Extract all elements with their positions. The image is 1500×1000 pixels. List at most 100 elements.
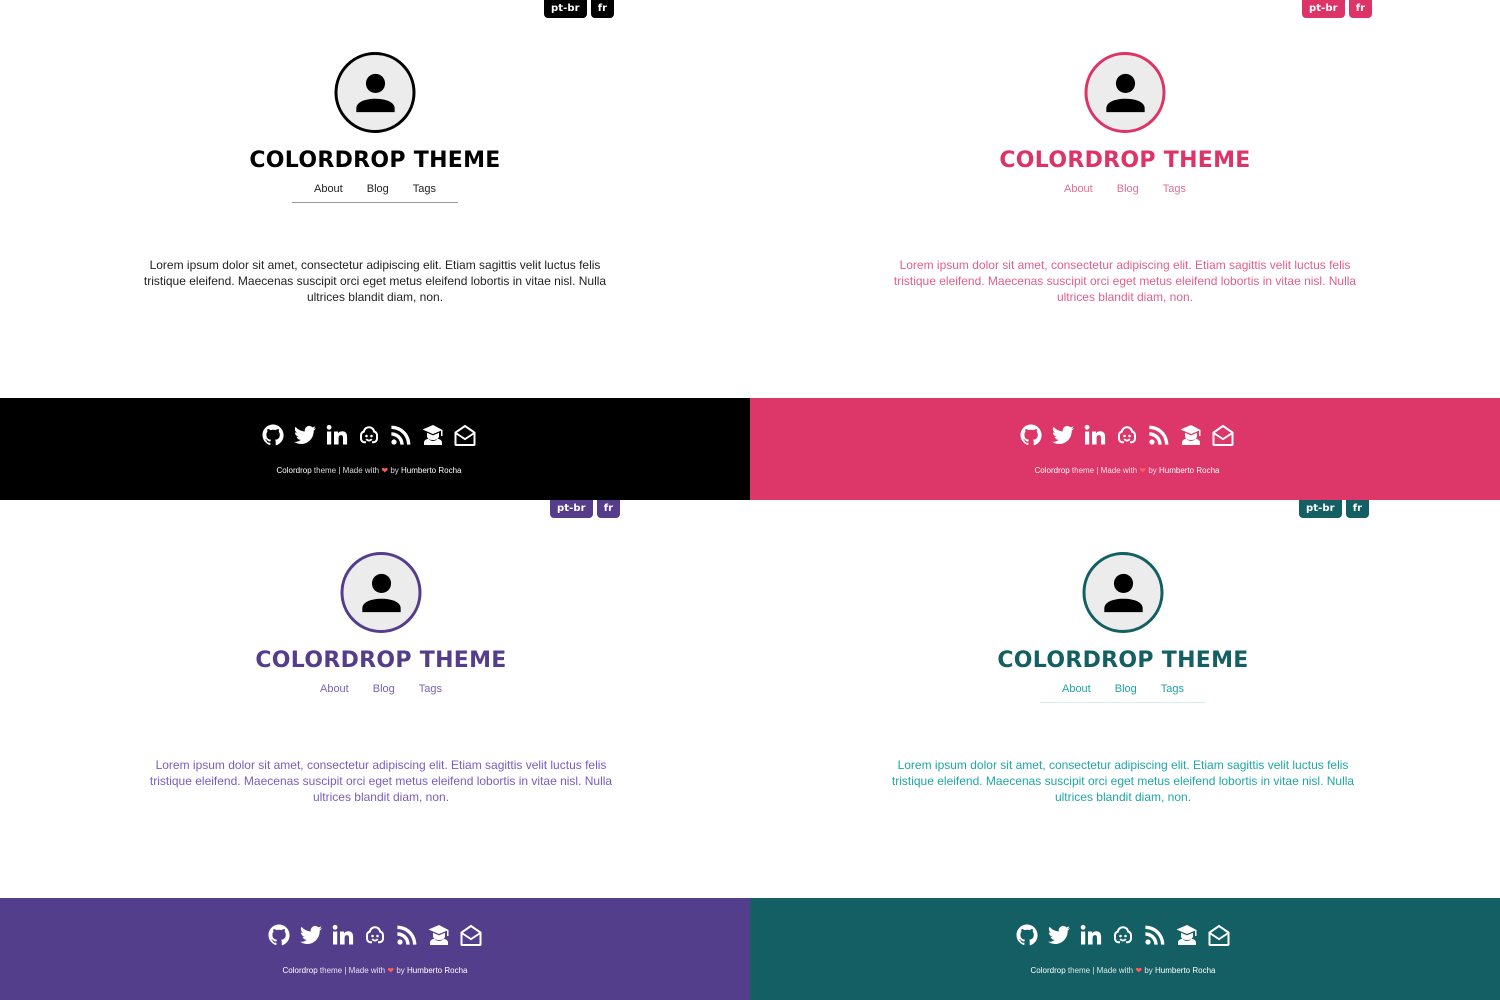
theme-link[interactable]: Colordrop bbox=[277, 466, 312, 475]
heart-icon: ❤ bbox=[381, 466, 389, 475]
credits-theme-word: theme bbox=[1071, 466, 1095, 475]
envelope-open-icon[interactable] bbox=[1207, 923, 1231, 947]
theme-panel-black: pt-br fr COLORDROP THEME About Blog Tags… bbox=[0, 0, 750, 500]
footer: Colordrop theme | Made with ❤ by Humbert… bbox=[750, 898, 1500, 1000]
gitlab-icon[interactable] bbox=[357, 423, 381, 447]
twitter-icon[interactable] bbox=[1051, 423, 1075, 447]
credits-made-with: Made with bbox=[348, 966, 386, 975]
gitlab-icon[interactable] bbox=[363, 923, 387, 947]
site-title[interactable]: COLORDROP THEME bbox=[750, 148, 1500, 173]
rss-icon[interactable] bbox=[395, 923, 419, 947]
rss-icon[interactable] bbox=[1147, 423, 1171, 447]
language-switcher: pt-br fr bbox=[1299, 500, 1370, 518]
theme-link[interactable]: Colordrop bbox=[1035, 466, 1070, 475]
github-icon[interactable] bbox=[267, 923, 291, 947]
credits-by: by bbox=[390, 466, 399, 475]
intro-text: Lorem ipsum dolor sit amet, consectetur … bbox=[891, 758, 1355, 804]
lang-button-fr[interactable]: fr bbox=[1345, 500, 1370, 518]
credits-by: by bbox=[1148, 466, 1157, 475]
graduation-cap-icon[interactable] bbox=[1179, 423, 1203, 447]
lang-button-fr[interactable]: fr bbox=[596, 500, 621, 518]
avatar bbox=[1084, 52, 1166, 133]
theme-link[interactable]: Colordrop bbox=[1031, 966, 1066, 975]
nav-link-tags[interactable]: Tags bbox=[1151, 183, 1198, 195]
graduation-cap-icon[interactable] bbox=[427, 923, 451, 947]
footer: Colordrop theme | Made with ❤ by Humbert… bbox=[0, 398, 750, 500]
graduation-cap-icon[interactable] bbox=[421, 423, 445, 447]
avatar bbox=[340, 552, 422, 633]
nav-link-about[interactable]: About bbox=[1050, 683, 1103, 695]
envelope-open-icon[interactable] bbox=[459, 923, 483, 947]
nav-link-tags[interactable]: Tags bbox=[1149, 683, 1196, 695]
author-link[interactable]: Humberto Rocha bbox=[1155, 966, 1215, 975]
lang-button-pt-br[interactable]: pt-br bbox=[550, 500, 593, 518]
lang-button-fr[interactable]: fr bbox=[590, 0, 615, 18]
credits-made-with: Made with bbox=[342, 466, 380, 475]
envelope-open-icon[interactable] bbox=[453, 423, 477, 447]
theme-link[interactable]: Colordrop bbox=[283, 966, 318, 975]
site-title[interactable]: COLORDROP THEME bbox=[750, 648, 1500, 673]
lang-button-pt-br[interactable]: pt-br bbox=[1302, 0, 1345, 18]
graduation-cap-icon[interactable] bbox=[1175, 923, 1199, 947]
nav-link-blog[interactable]: Blog bbox=[355, 183, 401, 195]
author-link[interactable]: Humberto Rocha bbox=[401, 466, 461, 475]
main-nav: About Blog Tags bbox=[298, 683, 464, 703]
language-switcher: pt-br fr bbox=[550, 500, 621, 518]
nav-link-about[interactable]: About bbox=[302, 183, 355, 195]
credits-theme-word: theme bbox=[313, 466, 337, 475]
user-icon bbox=[1103, 573, 1143, 612]
footer-credits: Colordrop theme | Made with ❤ by Humbert… bbox=[0, 466, 744, 475]
avatar bbox=[334, 52, 416, 133]
rss-icon[interactable] bbox=[1143, 923, 1167, 947]
envelope-open-icon[interactable] bbox=[1211, 423, 1235, 447]
nav-link-blog[interactable]: Blog bbox=[1105, 183, 1151, 195]
page-content: pt-br fr COLORDROP THEME About Blog Tags… bbox=[750, 500, 1500, 898]
credits-by: by bbox=[396, 966, 405, 975]
page-content: pt-br fr COLORDROP THEME About Blog Tags… bbox=[0, 500, 750, 898]
github-icon[interactable] bbox=[1015, 923, 1039, 947]
linkedin-icon[interactable] bbox=[1083, 423, 1107, 447]
page-content: pt-br fr COLORDROP THEME About Blog Tags… bbox=[750, 0, 1500, 398]
main-nav: About Blog Tags bbox=[1039, 683, 1207, 703]
user-icon bbox=[1105, 73, 1145, 112]
credits-separator: | bbox=[344, 966, 347, 975]
page-content: pt-br fr COLORDROP THEME About Blog Tags… bbox=[0, 0, 750, 398]
credits-separator: | bbox=[1092, 966, 1095, 975]
linkedin-icon[interactable] bbox=[1079, 923, 1103, 947]
language-switcher: pt-br fr bbox=[544, 0, 615, 18]
credits-made-with: Made with bbox=[1100, 466, 1138, 475]
rss-icon[interactable] bbox=[389, 423, 413, 447]
nav-link-tags[interactable]: Tags bbox=[407, 683, 454, 695]
linkedin-icon[interactable] bbox=[331, 923, 355, 947]
lang-button-pt-br[interactable]: pt-br bbox=[1299, 500, 1342, 518]
linkedin-icon[interactable] bbox=[325, 423, 349, 447]
intro-text: Lorem ipsum dolor sit amet, consectetur … bbox=[893, 258, 1357, 304]
heart-icon: ❤ bbox=[1135, 966, 1143, 975]
gitlab-icon[interactable] bbox=[1111, 923, 1135, 947]
site-title[interactable]: COLORDROP THEME bbox=[0, 648, 750, 673]
nav-link-blog[interactable]: Blog bbox=[361, 683, 407, 695]
site-title[interactable]: COLORDROP THEME bbox=[0, 148, 750, 173]
credits-theme-word: theme bbox=[1067, 966, 1091, 975]
nav-link-about[interactable]: About bbox=[1052, 183, 1105, 195]
user-icon bbox=[355, 73, 395, 112]
heart-icon: ❤ bbox=[387, 966, 395, 975]
nav-link-blog[interactable]: Blog bbox=[1103, 683, 1149, 695]
avatar bbox=[1082, 552, 1164, 633]
lang-button-fr[interactable]: fr bbox=[1348, 0, 1373, 18]
github-icon[interactable] bbox=[261, 423, 285, 447]
nav-link-tags[interactable]: Tags bbox=[401, 183, 448, 195]
author-link[interactable]: Humberto Rocha bbox=[407, 966, 467, 975]
github-icon[interactable] bbox=[1019, 423, 1043, 447]
social-links bbox=[267, 923, 483, 947]
credits-by: by bbox=[1144, 966, 1153, 975]
lang-button-pt-br[interactable]: pt-br bbox=[544, 0, 587, 18]
twitter-icon[interactable] bbox=[299, 923, 323, 947]
language-switcher: pt-br fr bbox=[1302, 0, 1373, 18]
twitter-icon[interactable] bbox=[293, 423, 317, 447]
nav-link-about[interactable]: About bbox=[308, 683, 361, 695]
twitter-icon[interactable] bbox=[1047, 923, 1071, 947]
gitlab-icon[interactable] bbox=[1115, 423, 1139, 447]
intro-text: Lorem ipsum dolor sit amet, consectetur … bbox=[149, 758, 613, 804]
author-link[interactable]: Humberto Rocha bbox=[1159, 466, 1219, 475]
